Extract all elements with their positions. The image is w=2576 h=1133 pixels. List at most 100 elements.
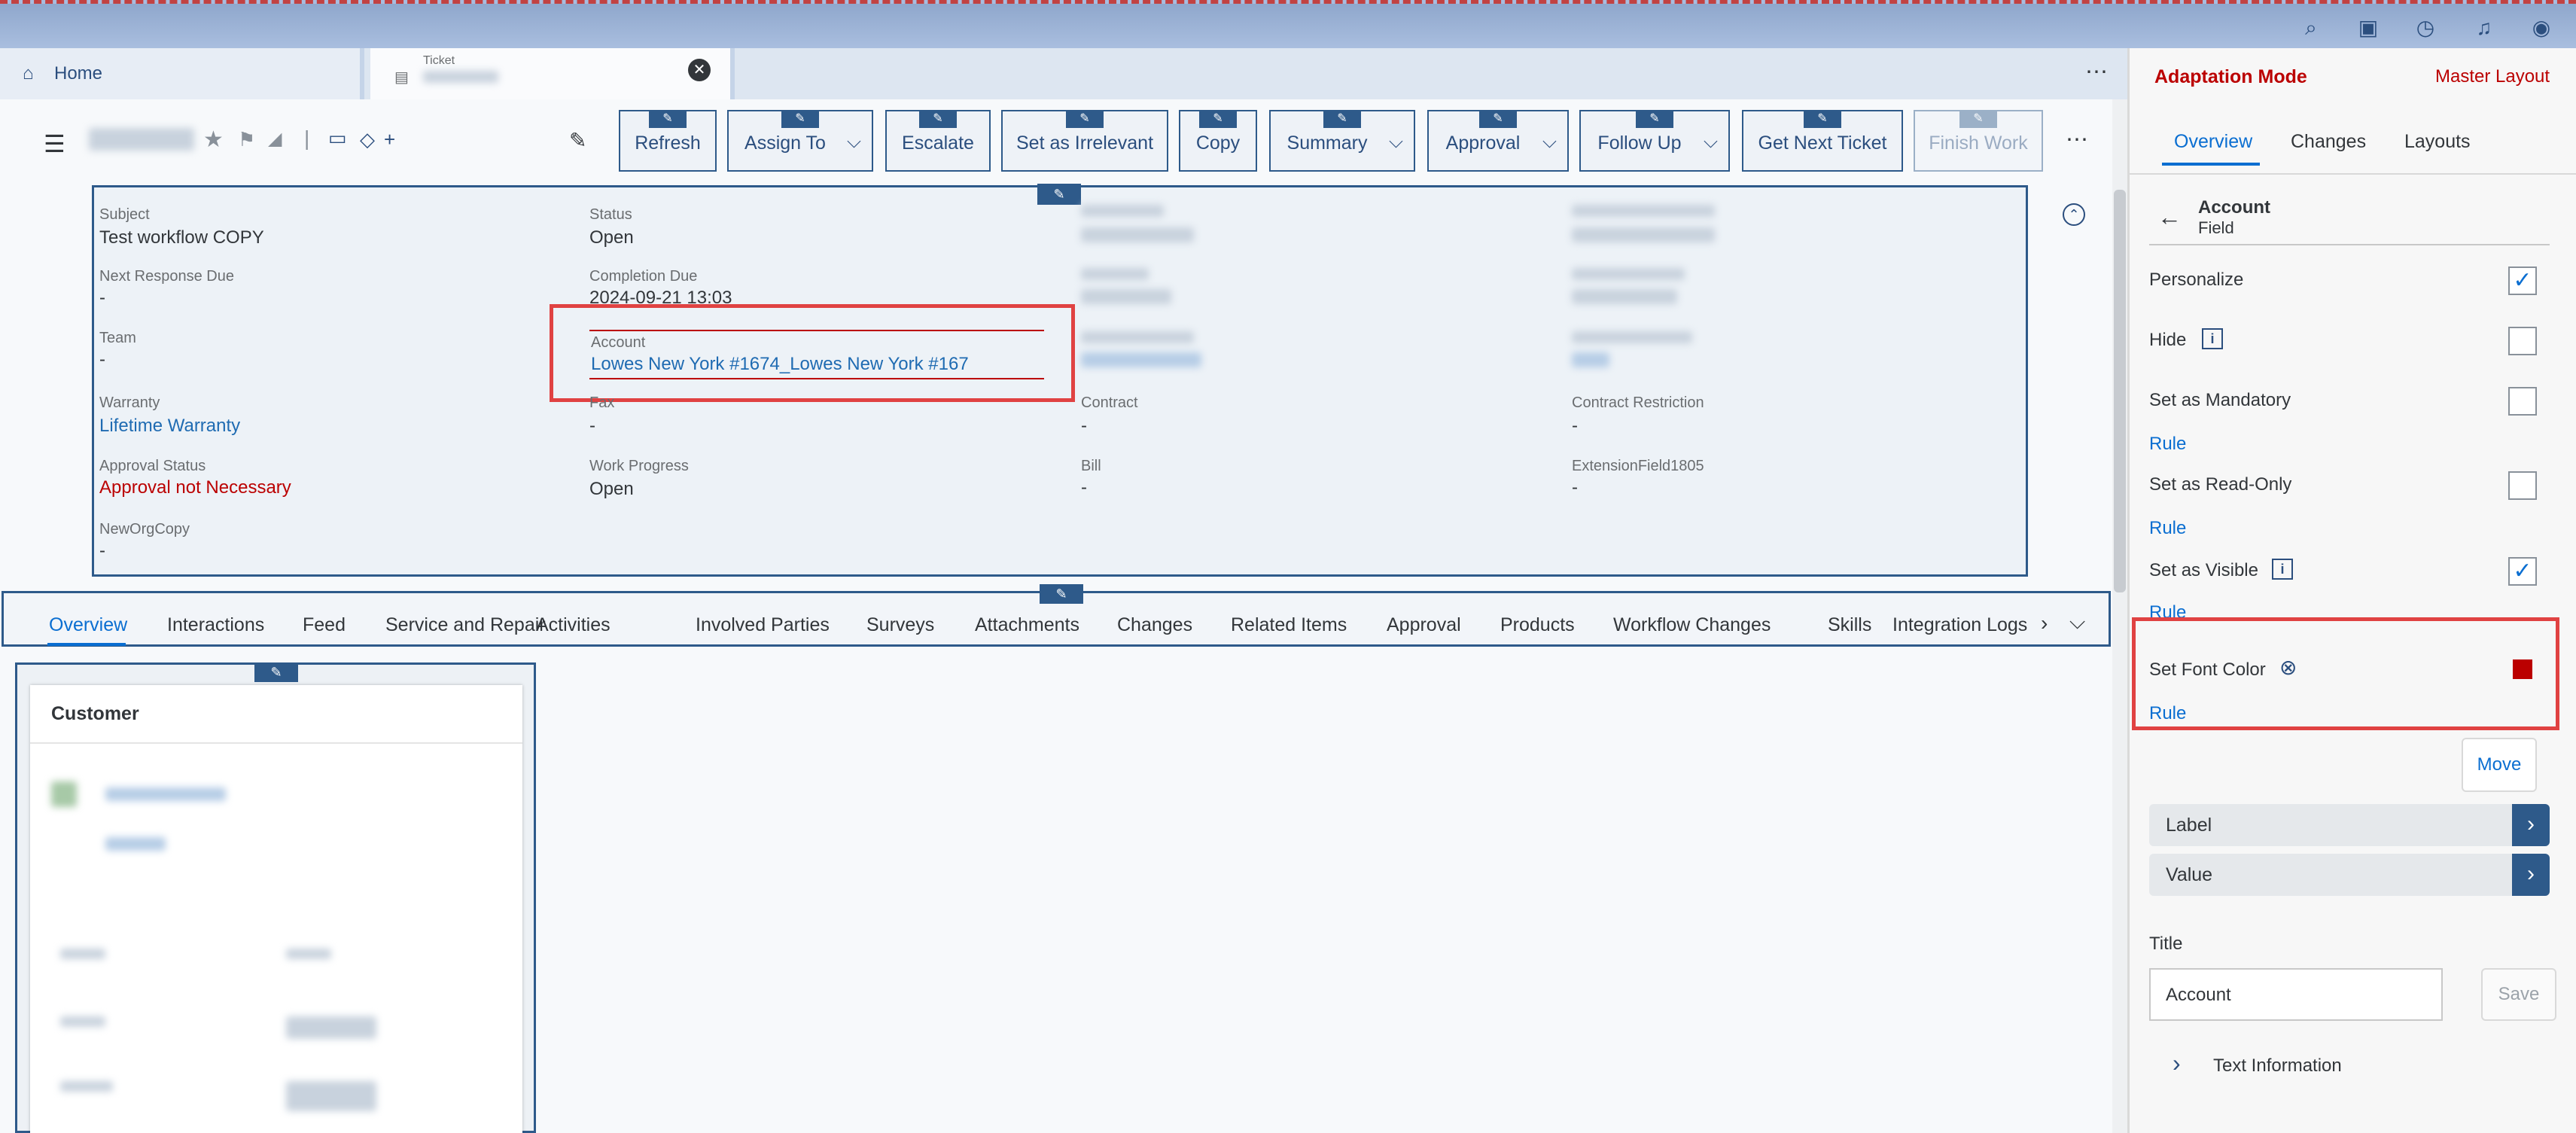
set-irrelevant-button[interactable]: ✎ Set as Irrelevant bbox=[1001, 110, 1168, 172]
add-icon[interactable]: + bbox=[384, 128, 395, 151]
tab-surveys[interactable]: Surveys bbox=[866, 614, 934, 636]
tab-interactions[interactable]: Interactions bbox=[167, 614, 264, 636]
font-color-swatch[interactable] bbox=[2513, 659, 2532, 679]
account-link[interactable]: Lowes New York #1674_Lowes New York #167 bbox=[591, 354, 969, 375]
chevron-right-icon[interactable]: › bbox=[2173, 1049, 2181, 1077]
value-expander-title: Value bbox=[2166, 864, 2213, 885]
bell-icon[interactable]: ♫ bbox=[2471, 14, 2498, 41]
copy-button[interactable]: ✎ Copy bbox=[1179, 110, 1257, 172]
tag-icon[interactable]: ◇ bbox=[360, 128, 375, 151]
mandatory-rule-link[interactable]: Rule bbox=[2149, 434, 2186, 455]
set-mandatory-checkbox[interactable] bbox=[2508, 387, 2537, 416]
info-icon[interactable]: i bbox=[2272, 559, 2293, 580]
search-icon[interactable]: ⌕ bbox=[2297, 14, 2325, 41]
reset-color-icon[interactable]: ⊗ bbox=[2279, 655, 2297, 680]
get-next-ticket-button[interactable]: ✎ Get Next Ticket bbox=[1742, 110, 1903, 172]
list-icon: ☰ bbox=[44, 130, 65, 157]
title-label: Title bbox=[2149, 934, 2183, 954]
rss-icon[interactable]: ◢ bbox=[268, 128, 282, 150]
tab-related-items[interactable]: Related Items bbox=[1231, 614, 1347, 636]
tab-activities[interactable]: Activities bbox=[536, 614, 611, 636]
info-icon[interactable]: i bbox=[2202, 328, 2223, 349]
title-input[interactable]: Account bbox=[2149, 968, 2443, 1021]
tab-ticket[interactable]: ▤ Ticket ✕ bbox=[370, 48, 735, 99]
clock-icon[interactable]: ◷ bbox=[2412, 14, 2439, 41]
summary-button[interactable]: ✎ Summary ⌵ bbox=[1269, 110, 1415, 172]
label-expander[interactable]: Label › bbox=[2149, 804, 2550, 846]
edit-pen-icon[interactable]: ✎ bbox=[1037, 184, 1081, 205]
escalate-button[interactable]: ✎ Escalate bbox=[885, 110, 991, 172]
edit-icon[interactable]: ✎ bbox=[569, 128, 586, 153]
team-value: - bbox=[99, 349, 105, 370]
tab-home[interactable]: ⌂ Home bbox=[0, 48, 364, 99]
follow-up-button[interactable]: ✎ Follow Up ⌵ bbox=[1579, 110, 1730, 172]
neworg-label: NewOrgCopy bbox=[99, 521, 190, 538]
readonly-rule-link[interactable]: Rule bbox=[2149, 518, 2186, 539]
tab-approval[interactable]: Approval bbox=[1387, 614, 1461, 636]
edit-pen-icon[interactable]: ✎ bbox=[649, 110, 687, 128]
contract-restriction-value: - bbox=[1572, 416, 1578, 436]
tab-service-and-repair[interactable]: Service and Repair bbox=[385, 614, 546, 636]
tab-overview[interactable]: Overview bbox=[49, 614, 127, 636]
account-field[interactable]: Account Lowes New York #1674_Lowes New Y… bbox=[589, 330, 1044, 379]
chevron-right-icon[interactable]: › bbox=[2512, 804, 2550, 846]
tab-changes[interactable]: Changes bbox=[1117, 614, 1192, 636]
refresh-button[interactable]: ✎ Refresh bbox=[619, 110, 717, 172]
approval-button[interactable]: ✎ Approval ⌵ bbox=[1427, 110, 1569, 172]
chevron-right-icon[interactable]: › bbox=[2512, 854, 2550, 896]
save-button: Save bbox=[2481, 968, 2556, 1021]
personalize-checkbox[interactable]: ✓ bbox=[2508, 266, 2537, 295]
hide-label: Hide bbox=[2149, 330, 2187, 350]
tab-involved-parties[interactable]: Involved Parties bbox=[696, 614, 830, 636]
tab-feed[interactable]: Feed bbox=[303, 614, 346, 636]
tab-workflow-changes[interactable]: Workflow Changes bbox=[1613, 614, 1771, 636]
field-title: Account bbox=[2198, 197, 2270, 218]
move-button[interactable]: Move bbox=[2462, 738, 2537, 792]
panel-title: Adaptation Mode bbox=[2154, 66, 2307, 87]
tab-integration-logs[interactable]: Integration Logs bbox=[1892, 614, 2027, 636]
panel-tab-overview[interactable]: Overview bbox=[2174, 131, 2252, 153]
panel-tab-layouts[interactable]: Layouts bbox=[2404, 131, 2471, 153]
assign-to-button[interactable]: ✎ Assign To ⌵ bbox=[727, 110, 873, 172]
feedback-icon[interactable]: ▣ bbox=[2355, 14, 2382, 41]
tab-skills[interactable]: Skills bbox=[1828, 614, 1871, 636]
edit-pen-icon[interactable]: ✎ bbox=[254, 662, 298, 682]
divider bbox=[2127, 173, 2576, 175]
approval-status-label: Approval Status bbox=[99, 458, 206, 474]
field-subtitle: Field bbox=[2198, 218, 2234, 237]
star-icon[interactable]: ★ bbox=[203, 126, 224, 153]
overflow-icon[interactable]: ⋯ bbox=[2066, 126, 2088, 153]
more-icon[interactable]: ⋯ bbox=[2085, 59, 2108, 85]
close-tab-icon[interactable]: ✕ bbox=[688, 59, 711, 81]
set-font-color-label: Set Font Color bbox=[2149, 659, 2266, 680]
bill-label: Bill bbox=[1081, 458, 1101, 474]
scroll-thumb[interactable] bbox=[2114, 190, 2126, 592]
text-information-label[interactable]: Text Information bbox=[2213, 1055, 2342, 1077]
collapse-icon[interactable]: ⌃ bbox=[2063, 203, 2085, 226]
comment-icon[interactable]: ▭ bbox=[328, 126, 347, 150]
warranty-label: Warranty bbox=[99, 394, 160, 411]
value-expander[interactable]: Value › bbox=[2149, 854, 2550, 896]
chevron-down-icon[interactable]: ⌵ bbox=[2069, 610, 2085, 635]
divider bbox=[30, 742, 522, 744]
user-icon[interactable]: ◉ bbox=[2528, 14, 2555, 41]
tab-products[interactable]: Products bbox=[1500, 614, 1575, 636]
warranty-link[interactable]: Lifetime Warranty bbox=[99, 416, 240, 437]
scroll-right-icon[interactable]: › bbox=[2041, 611, 2048, 635]
back-arrow-icon[interactable]: ← bbox=[2157, 203, 2182, 231]
title-input-value: Account bbox=[2166, 985, 2231, 1005]
tab-ticket-label: Ticket bbox=[423, 54, 455, 67]
shell-bar: ⌕ ▣ ◷ ♫ ◉ bbox=[0, 0, 2576, 48]
font-color-rule-link[interactable]: Rule bbox=[2149, 703, 2186, 724]
master-layout-link[interactable]: Master Layout bbox=[2435, 66, 2550, 87]
panel-tab-changes[interactable]: Changes bbox=[2291, 131, 2366, 153]
tab-attachments[interactable]: Attachments bbox=[975, 614, 1079, 636]
edit-pen-icon[interactable]: ✎ bbox=[1040, 584, 1083, 604]
hide-checkbox[interactable] bbox=[2508, 327, 2537, 355]
set-mandatory-label: Set as Mandatory bbox=[2149, 390, 2291, 410]
set-visible-checkbox[interactable]: ✓ bbox=[2508, 557, 2537, 586]
fax-label: Fax bbox=[589, 394, 615, 411]
flag-icon[interactable]: ⚑ bbox=[238, 128, 255, 151]
set-readonly-checkbox[interactable] bbox=[2508, 471, 2537, 500]
scrollbar[interactable] bbox=[2112, 99, 2127, 1133]
